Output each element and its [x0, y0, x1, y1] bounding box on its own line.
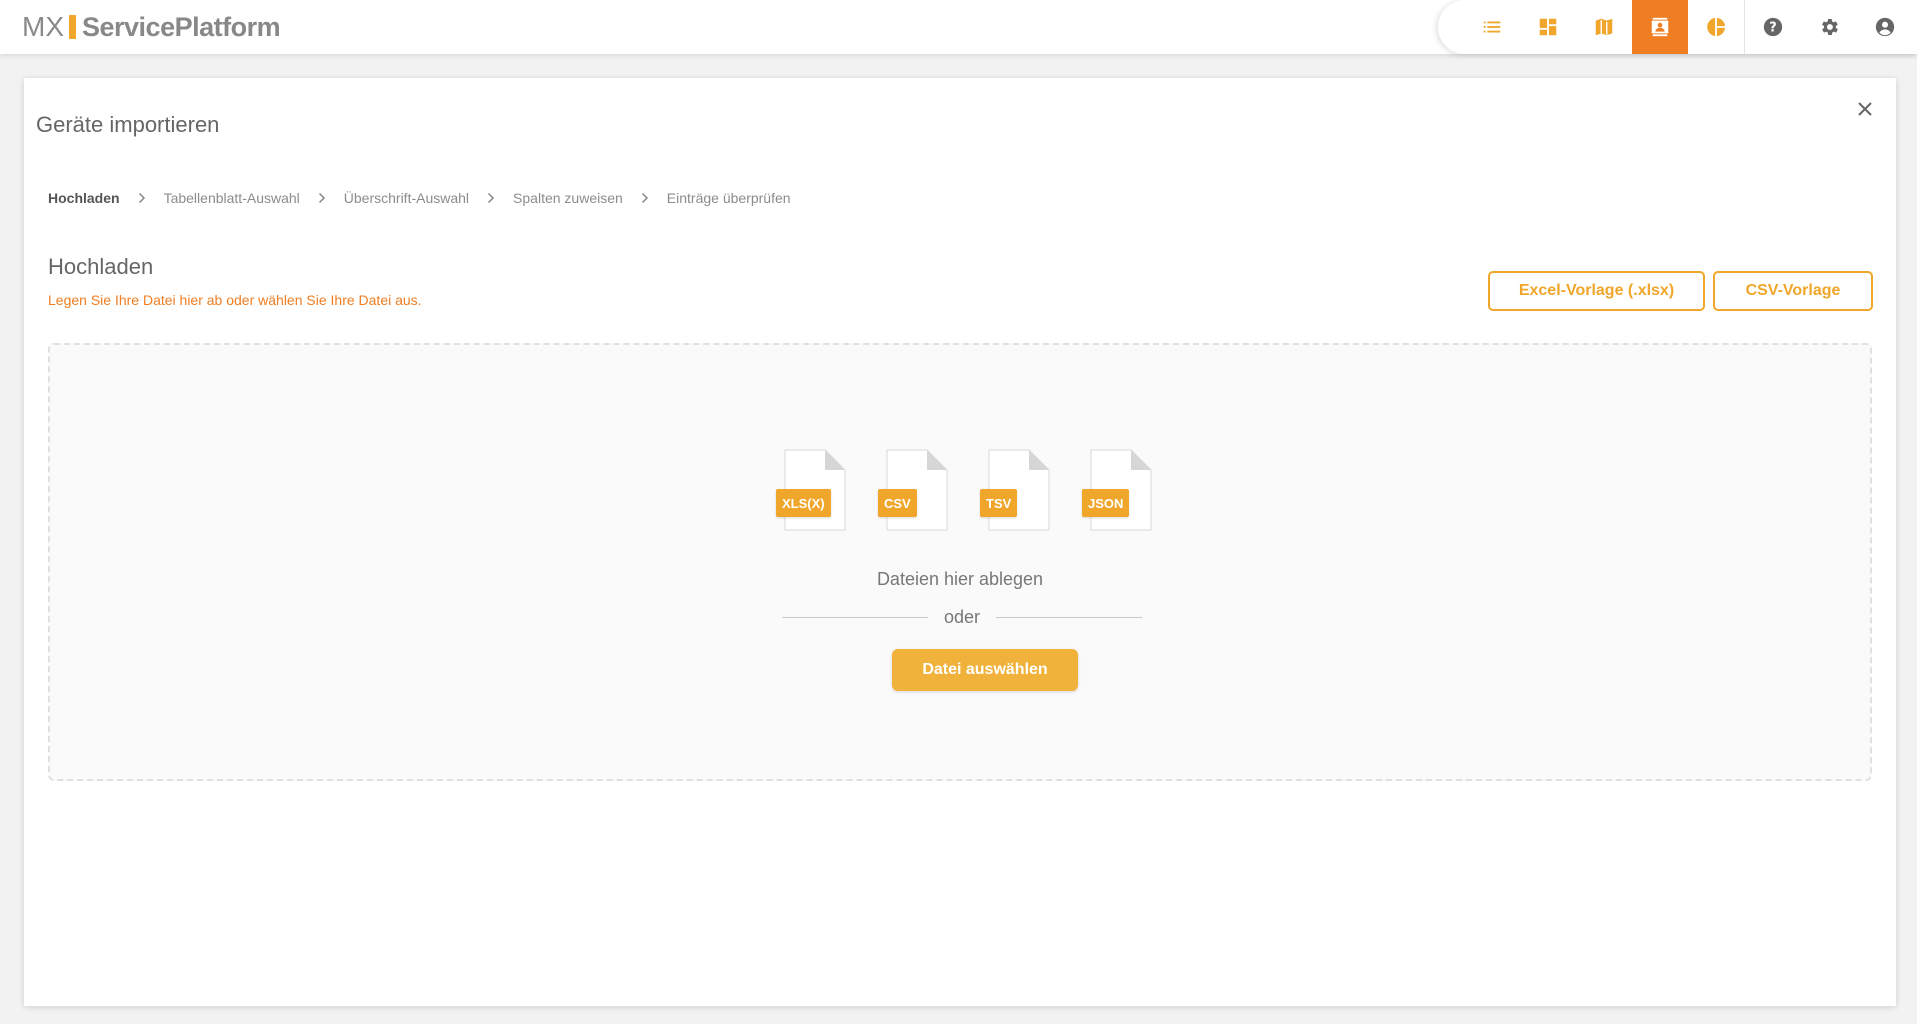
file-type-label: CSV — [878, 489, 917, 517]
dialog-title: Geräte importieren — [36, 112, 220, 137]
step-upload: Hochladen — [48, 190, 120, 206]
app-logo[interactable]: MX ServicePlatform — [22, 10, 281, 44]
file-type-label: TSV — [980, 489, 1018, 517]
nav-dashboard-button[interactable] — [1520, 0, 1576, 54]
divider-line — [782, 616, 928, 618]
section-title: Hochladen — [48, 254, 154, 279]
logo-name: ServicePlatform — [82, 11, 281, 42]
select-file-button[interactable]: Datei auswählen — [892, 649, 1078, 691]
file-drop-zone[interactable]: XLS(X) CSV TSV JSON Dateien hier ablegen… — [48, 343, 1872, 781]
import-stepper: Hochladen Tabellenblatt-Auswahl Überschr… — [48, 190, 791, 206]
file-type-label: JSON — [1082, 489, 1130, 517]
chevron-right-icon — [487, 192, 495, 204]
section-instructions: Legen Sie Ihre Datei hier ab oder wählen… — [48, 292, 422, 308]
chevron-right-icon — [138, 192, 146, 204]
svg-text:?: ? — [1769, 21, 1776, 36]
file-type-label: XLS(X) — [776, 489, 831, 517]
contact-card-icon — [1651, 17, 1669, 37]
dashboard-icon — [1539, 18, 1557, 36]
nav-account-button[interactable] — [1857, 0, 1913, 54]
file-type-tsv: TSV — [980, 449, 1050, 531]
step-assign-columns: Spalten zuweisen — [513, 190, 623, 206]
step-review-entries: Einträge überprüfen — [666, 190, 791, 206]
step-header-selection: Überschrift-Auswahl — [343, 190, 470, 206]
close-button[interactable] — [1852, 96, 1878, 122]
help-icon: ? — [1763, 17, 1783, 37]
drop-hint: Dateien hier ablegen — [876, 569, 1044, 589]
csv-template-button[interactable]: CSV-Vorlage — [1713, 271, 1873, 311]
nav-statistics-button[interactable] — [1688, 0, 1744, 54]
file-type-xlsx: XLS(X) — [776, 449, 846, 531]
chevron-right-icon — [318, 192, 326, 204]
close-icon — [1858, 102, 1872, 116]
map-icon — [1595, 18, 1613, 36]
file-type-json: JSON — [1082, 449, 1152, 531]
import-devices-dialog: Geräte importieren Hochladen Tabellenbla… — [24, 78, 1896, 1006]
divider-line — [996, 616, 1142, 618]
nav-map-button[interactable] — [1576, 0, 1632, 54]
excel-template-button[interactable]: Excel-Vorlage (.xlsx) — [1488, 271, 1705, 311]
gear-icon — [1822, 19, 1838, 35]
file-type-csv: CSV — [878, 449, 948, 531]
pie-chart-icon — [1707, 17, 1726, 37]
nav-list-button[interactable] — [1464, 0, 1520, 54]
nav-contacts-button[interactable] — [1632, 0, 1688, 54]
main-navigation: ? — [1438, 0, 1917, 54]
or-divider: oder — [782, 605, 1142, 629]
step-sheet-selection: Tabellenblatt-Auswahl — [163, 190, 300, 206]
nav-help-button[interactable]: ? — [1745, 0, 1801, 54]
logo-prefix: MX — [22, 11, 64, 42]
list-icon — [1483, 21, 1501, 33]
or-label: oder — [943, 606, 981, 627]
account-icon — [1875, 17, 1895, 37]
top-bar: MX ServicePlatform ? — [0, 0, 1917, 54]
nav-settings-button[interactable] — [1801, 0, 1857, 54]
supported-file-types: XLS(X) CSV TSV JSON — [776, 449, 1152, 531]
chevron-right-icon — [641, 192, 649, 204]
logo-bar — [69, 15, 76, 39]
